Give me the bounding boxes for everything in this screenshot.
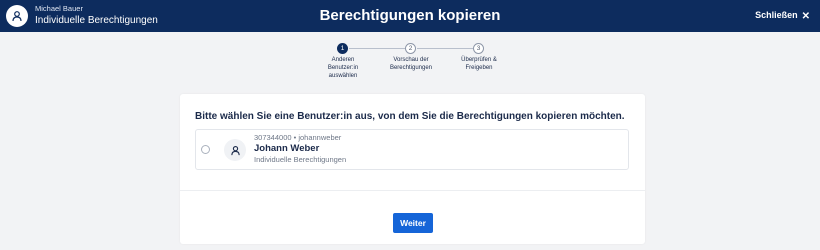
step-1-indicator: 1 [337, 43, 348, 54]
close-button[interactable]: Schließen ✕ [755, 10, 810, 22]
user-option-meta: 307344000 • johannweber [254, 133, 342, 142]
user-option-radio[interactable] [201, 145, 210, 154]
card-divider [180, 190, 645, 191]
step-1-label: Anderen Benutzer:in auswählen [327, 57, 359, 79]
close-button-label: Schließen [755, 10, 798, 20]
user-option-avatar [224, 139, 246, 161]
header-bar: Michael Bauer Individuelle Berechtigunge… [0, 0, 820, 32]
step-connector [417, 48, 473, 49]
page-title: Berechtigungen kopieren [319, 7, 501, 24]
close-icon: ✕ [801, 11, 810, 22]
step-3-label: Überprüfen & Freigeben [461, 57, 497, 71]
step-3-indicator: 3 [473, 43, 484, 54]
step-2-indicator: 2 [405, 43, 416, 54]
progress-stepper: 1 Anderen Benutzer:in auswählen 2 Vorsch… [300, 40, 520, 90]
next-button[interactable]: Weiter [393, 213, 433, 233]
user-option-permission-type: Individuelle Berechtigungen [254, 155, 347, 164]
user-icon [230, 145, 240, 155]
selection-card: Bitte wählen Sie eine Benutzer:in aus, v… [180, 94, 645, 244]
step-connector [349, 48, 405, 49]
user-option[interactable]: 307344000 • johannweber Johann Weber Ind… [195, 129, 629, 170]
card-heading: Bitte wählen Sie eine Benutzer:in aus, v… [195, 111, 625, 122]
user-option-name: Johann Weber [254, 143, 320, 154]
step-2-label: Vorschau der Berechtigungen [389, 57, 433, 71]
